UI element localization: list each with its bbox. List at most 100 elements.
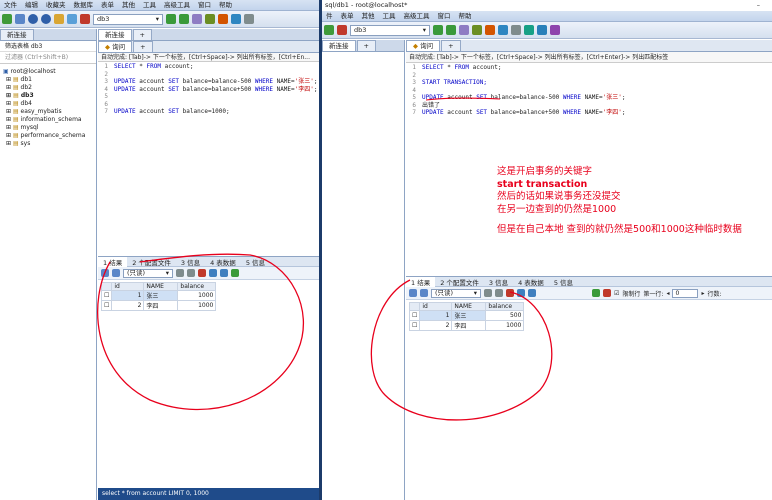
save-icon[interactable] [495,289,503,297]
code-line[interactable]: 6 出错了 [406,102,772,110]
format-icon[interactable] [459,25,469,35]
new-connection-icon[interactable] [2,14,12,24]
table-row[interactable]: ☐ 2 李四 1000 [100,300,217,311]
tree-db-item[interactable]: ⊞ ▤ sys [0,140,96,148]
menu-item[interactable]: 工具 [139,0,160,11]
execute-all-icon[interactable] [179,14,189,24]
refresh-icon[interactable] [67,14,77,24]
format-icon[interactable] [192,14,202,24]
delete-icon[interactable] [198,269,206,277]
code-line[interactable]: 7 UPDATE account SET balance=balance+500 … [406,109,772,117]
menu-item[interactable]: 工具 [379,11,400,22]
code-line[interactable]: 5 [98,93,322,101]
connect-icon[interactable] [28,14,38,24]
table-cell[interactable]: 李四 [451,320,487,331]
prev-page-icon[interactable]: ◂ [666,290,669,297]
table-cell[interactable]: 500 [485,310,525,321]
column-header[interactable]: NAME [143,282,179,291]
code-line[interactable]: 4 UPDATE account SET balance=balance+500 … [98,86,322,94]
code-line[interactable]: 5 UPDATE account SET balance=balance-500 … [406,94,772,102]
execute-all-icon[interactable] [446,25,456,35]
menu-item[interactable]: 件 [322,11,337,22]
table-cell[interactable]: 1 [111,290,145,301]
grid-view-icon[interactable] [409,289,417,297]
table-cell[interactable]: 张三 [451,310,487,321]
tree-root-node[interactable]: ▣ root@localhost [0,68,96,76]
table-cell[interactable]: 1000 [177,290,217,301]
export-grid-icon[interactable] [528,289,536,297]
table-row[interactable]: ☐ 1 张三 500 [408,310,525,321]
row-checkbox[interactable]: ☐ [408,320,421,331]
result-tab[interactable]: 2 个配置文件 [127,257,176,267]
form-view-icon[interactable] [420,289,428,297]
sql-editor[interactable]: 1 SELECT * FROM account; 2 3 START TRANSACTI… [406,63,772,117]
row-select-header[interactable] [100,282,113,291]
export-icon[interactable] [511,25,521,35]
result-tab[interactable]: 2 个配置文件 [435,277,484,287]
next-page-icon[interactable]: ▸ [701,290,704,297]
tab-new-connection[interactable]: 新连接 [0,29,34,40]
filter-input[interactable]: 过滤器 (Ctrl+Shift+B) [0,52,96,64]
menu-item[interactable]: 收藏夹 [42,0,70,11]
menu-item[interactable]: 编辑 [21,0,42,11]
result-tab[interactable]: 5 信息 [241,257,270,267]
readonly-select[interactable]: (只读) ▾ [123,268,173,278]
new-connection-icon[interactable] [324,25,334,35]
table-row[interactable]: ☐ 1 张三 1000 [100,290,217,301]
delete-icon[interactable] [506,289,514,297]
tab-query[interactable]: ◆ 询问 [98,41,133,52]
table-cell[interactable]: 1 [419,310,453,321]
minimize-icon[interactable]: – [757,0,760,11]
menu-item[interactable]: 其他 [118,0,139,11]
tab-new-connection-active[interactable]: 新连接 [98,29,132,40]
result-tab[interactable]: 3 信息 [176,257,205,267]
tab-new-connection[interactable]: 新连接 [322,40,356,51]
code-line[interactable]: 4 [406,87,772,95]
disconnect-icon[interactable] [41,14,51,24]
schema-icon[interactable] [218,14,228,24]
table-cell[interactable]: 2 [419,320,453,331]
save-icon[interactable] [187,269,195,277]
query-builder-icon[interactable] [537,25,547,35]
add-tab-button[interactable]: + [356,40,376,51]
menu-item[interactable]: 窗口 [434,11,455,22]
form-view-icon[interactable] [112,269,120,277]
code-line[interactable]: 3 UPDATE account SET balance=balance-500 … [98,78,322,86]
execute-icon[interactable] [433,25,443,35]
import-icon[interactable] [498,25,508,35]
first-row-input[interactable]: 0 [672,288,699,298]
clear-filter-icon[interactable] [603,289,611,297]
column-header[interactable]: balance [485,302,525,311]
tree-db-item[interactable]: ⊞ ▤ information_schema [0,116,96,124]
tree-db-item[interactable]: ⊞ ▤ easy_mybatis [0,108,96,116]
column-header[interactable]: id [419,302,453,311]
menu-item[interactable]: 数据库 [70,0,98,11]
import-icon[interactable] [231,14,241,24]
sync-icon[interactable] [524,25,534,35]
code-line[interactable]: 1 SELECT * FROM account; [406,64,772,72]
table-icon[interactable] [205,14,215,24]
stop-icon[interactable] [337,25,347,35]
menu-item[interactable]: 高级工具 [160,0,194,11]
text-view-icon[interactable] [517,289,525,297]
menu-item[interactable]: 窗口 [194,0,215,11]
table-icon[interactable] [472,25,482,35]
code-line[interactable]: 1 SELECT * FROM account; [98,63,322,71]
result-tab[interactable]: 1 结果 [98,256,128,267]
result-tab[interactable]: 5 信息 [549,277,578,287]
readonly-select[interactable]: (只读) ▾ [431,288,481,298]
result-tab[interactable]: 3 信息 [484,277,513,287]
limit-checkbox[interactable]: ☑ [614,290,619,297]
stop-icon[interactable] [80,14,90,24]
schema-icon[interactable] [485,25,495,35]
code-line[interactable]: 3 START TRANSACTION; [406,79,772,87]
add-query-tab-button[interactable]: + [441,40,461,51]
schedule-icon[interactable] [550,25,560,35]
filter-icon[interactable] [592,289,600,297]
tree-db-item[interactable]: ⊞ ▤ mysql [0,124,96,132]
table-cell[interactable]: 张三 [143,290,179,301]
tree-db-item[interactable]: ⊞ ▤ db4 [0,100,96,108]
table-cell[interactable]: 2 [111,300,145,311]
menu-item[interactable]: 表单 [337,11,358,22]
database-select[interactable]: db3 ▾ [93,13,163,25]
